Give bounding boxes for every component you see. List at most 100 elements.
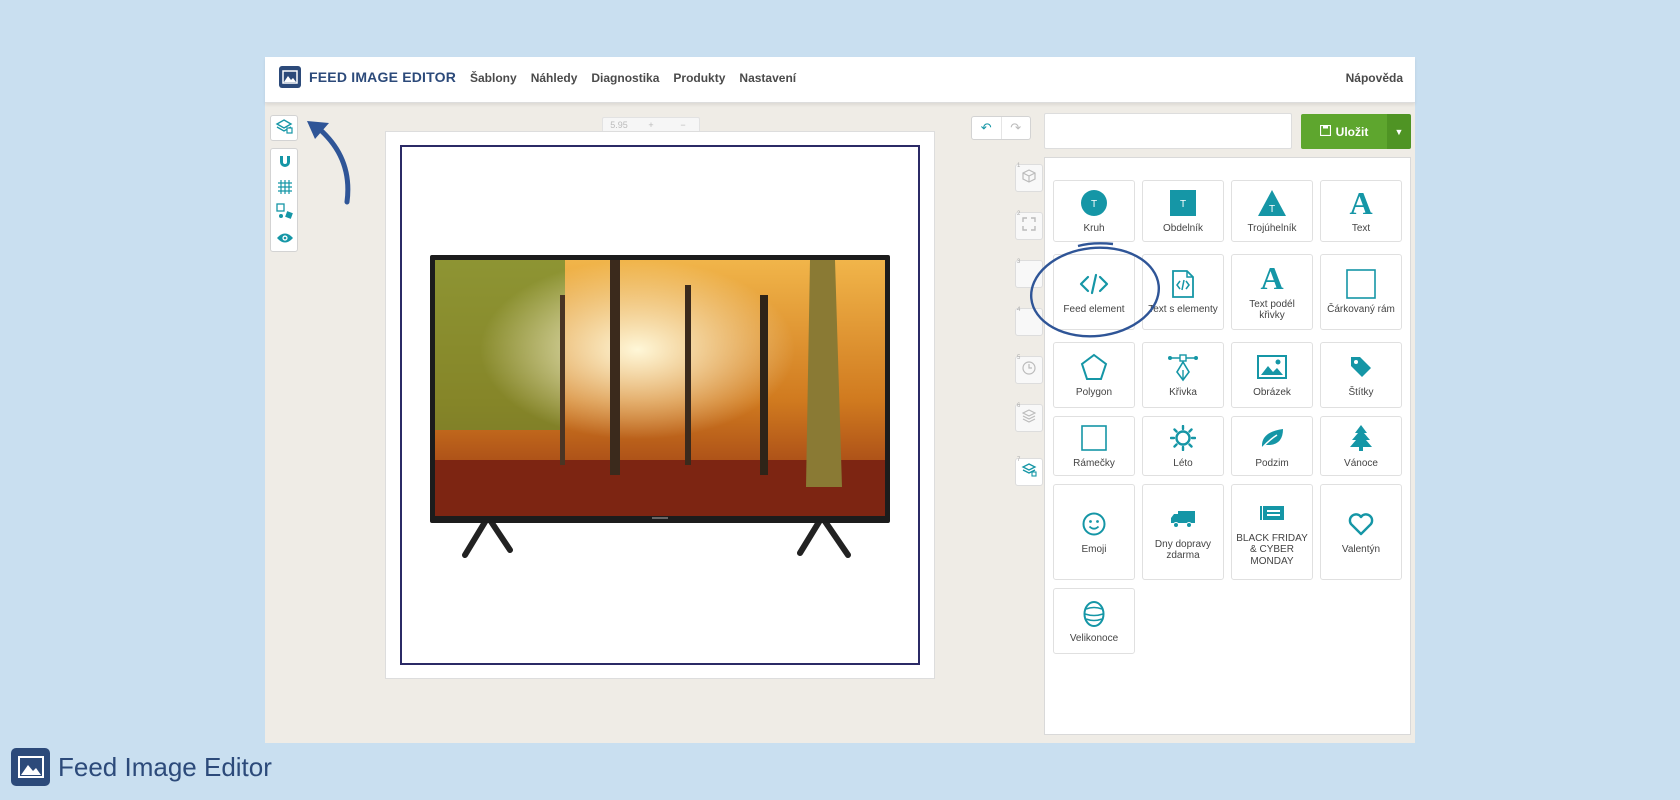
canvas-area (385, 131, 935, 679)
tab-number: 7 (1017, 457, 1021, 463)
element-krivka[interactable]: Křivka (1142, 342, 1224, 408)
eye-icon[interactable] (275, 228, 295, 248)
element-kruh[interactable]: T Kruh (1053, 180, 1135, 242)
element-vanoce[interactable]: Vánoce (1320, 416, 1402, 476)
grid-icon[interactable] (275, 177, 295, 197)
element-black-friday[interactable]: BLACK FRIDAY & CYBER MONDAY (1231, 484, 1313, 580)
leaf-icon (1256, 422, 1288, 454)
top-navbar: FEED IMAGE EDITOR Šablony Náhledy Diagno… (265, 57, 1415, 103)
image-logo-icon (279, 66, 301, 88)
black-friday-icon (1256, 497, 1288, 529)
layers-button[interactable] (270, 115, 298, 141)
editor-app: FEED IMAGE EDITOR Šablony Náhledy Diagno… (265, 57, 1415, 743)
image-icon (1256, 351, 1288, 383)
element-valentyn[interactable]: Valentýn (1320, 484, 1402, 580)
tab-number: 6 (1017, 403, 1021, 409)
rectangle-icon: T (1167, 187, 1199, 219)
tab-number: 2 (1017, 211, 1021, 217)
brand[interactable]: FEED IMAGE EDITOR (279, 66, 456, 88)
nav-diagnostika[interactable]: Diagnostika (591, 71, 659, 85)
redo-button[interactable]: ↷ (1000, 117, 1031, 139)
redo-icon: ↷ (1010, 120, 1022, 135)
element-label: Obdelník (1162, 223, 1204, 235)
zoom-in-button[interactable]: + (635, 120, 667, 130)
element-text[interactable]: A Text (1320, 180, 1402, 242)
element-polygon[interactable]: Polygon (1053, 342, 1135, 408)
element-ramecky[interactable]: Rámečky (1053, 416, 1135, 476)
circle-icon: T (1078, 187, 1110, 219)
element-label: Emoji (1081, 544, 1107, 556)
undo-button[interactable]: ↶ (972, 117, 1001, 139)
truck-icon (1167, 503, 1199, 535)
element-label: Rámečky (1073, 458, 1115, 470)
expand-icon (1022, 216, 1036, 236)
shapes-icon[interactable] (275, 202, 295, 222)
element-leto[interactable]: Léto (1142, 416, 1224, 476)
element-label: Obrázek (1253, 387, 1291, 399)
element-podzim[interactable]: Podzim (1231, 416, 1313, 476)
element-label: Velikonoce (1069, 633, 1119, 645)
caret-down-icon: ▼ (1394, 126, 1404, 137)
help-link[interactable]: Nápověda (1346, 71, 1403, 85)
element-label: Text podél křivky (1249, 298, 1295, 322)
smile-icon (1078, 508, 1110, 540)
template-name-input[interactable] (1044, 113, 1292, 149)
element-emoji[interactable]: Emoji (1053, 484, 1135, 580)
side-tab-elements[interactable]: 7 (1015, 457, 1043, 486)
nav-sablony[interactable]: Šablony (470, 71, 517, 85)
save-dropdown-button[interactable]: ▼ (1387, 114, 1411, 149)
nav-nastaveni[interactable]: Nastavení (739, 71, 796, 85)
element-label: Štítky (1348, 387, 1374, 399)
element-label: Polygon (1075, 387, 1113, 399)
element-label: Čárkovaný rám (1327, 304, 1395, 316)
element-label: Trojúhelník (1247, 223, 1297, 235)
tree-icon (1345, 422, 1377, 454)
element-dny-dopravy-zdarma[interactable]: Dny dopravy zdarma (1142, 484, 1224, 580)
element-obdelnik[interactable]: T Obdelník (1142, 180, 1224, 242)
svg-text:T: T (1091, 199, 1097, 210)
zoom-out-button[interactable]: − (667, 120, 699, 130)
element-label: BLACK FRIDAY & CYBER MONDAY (1236, 532, 1308, 567)
element-carkovany-ram[interactable]: Čárkovaný rám (1320, 254, 1402, 330)
cube-icon (1022, 168, 1036, 188)
save-label: Uložit (1335, 124, 1369, 139)
clock-icon (1022, 360, 1036, 380)
magnet-icon[interactable] (275, 152, 295, 172)
tab-number: 5 (1017, 355, 1021, 361)
footer-title: Feed Image Editor (58, 751, 272, 782)
element-label: Křivka (1169, 387, 1197, 399)
side-tab-expand[interactable]: 2 (1015, 211, 1043, 240)
zoom-level[interactable]: 5.95 (603, 120, 635, 130)
pen-curve-icon (1167, 351, 1199, 383)
easter-egg-icon (1078, 597, 1110, 629)
nav-nahledy[interactable]: Náhledy (531, 71, 578, 85)
layers-icon (1021, 408, 1037, 428)
tab-number: 4 (1017, 307, 1021, 313)
element-label: Text (1351, 223, 1371, 235)
svg-text:T: T (1180, 199, 1186, 210)
element-label: Valentýn (1341, 544, 1381, 556)
element-text-podel-krivky[interactable]: A Text podél křivky (1231, 254, 1313, 330)
element-stitky[interactable]: Štítky (1320, 342, 1402, 408)
app-title: FEED IMAGE EDITOR (309, 69, 457, 85)
side-tab-layers[interactable]: 6 (1015, 403, 1043, 432)
element-trojuhelnik[interactable]: T Trojúhelník (1231, 180, 1313, 242)
element-label: Léto (1173, 458, 1193, 470)
elements-panel: T Kruh T Obdelník T Trojúhelník A Text F… (1029, 157, 1411, 735)
element-label: Vánoce (1344, 458, 1378, 470)
element-velikonoce[interactable]: Velikonoce (1053, 588, 1135, 654)
element-obrazek[interactable]: Obrázek (1231, 342, 1313, 408)
layers-icon (275, 118, 293, 139)
tool-group (270, 148, 298, 252)
side-tab-history[interactable]: 5 (1015, 355, 1043, 384)
main-nav: Šablony Náhledy Diagnostika Produkty Nas… (470, 71, 796, 85)
text-icon: A (1349, 184, 1373, 221)
side-tab-3d[interactable]: 1 (1015, 163, 1043, 192)
undo-redo-group: ↶ ↷ (971, 116, 1031, 140)
nav-produkty[interactable]: Produkty (673, 71, 725, 85)
element-label: Kruh (1083, 223, 1105, 235)
undo-icon: ↶ (980, 120, 992, 135)
save-button[interactable]: Uložit (1301, 114, 1387, 149)
product-image-tv[interactable] (430, 255, 890, 563)
add-element-icon (1021, 462, 1037, 482)
